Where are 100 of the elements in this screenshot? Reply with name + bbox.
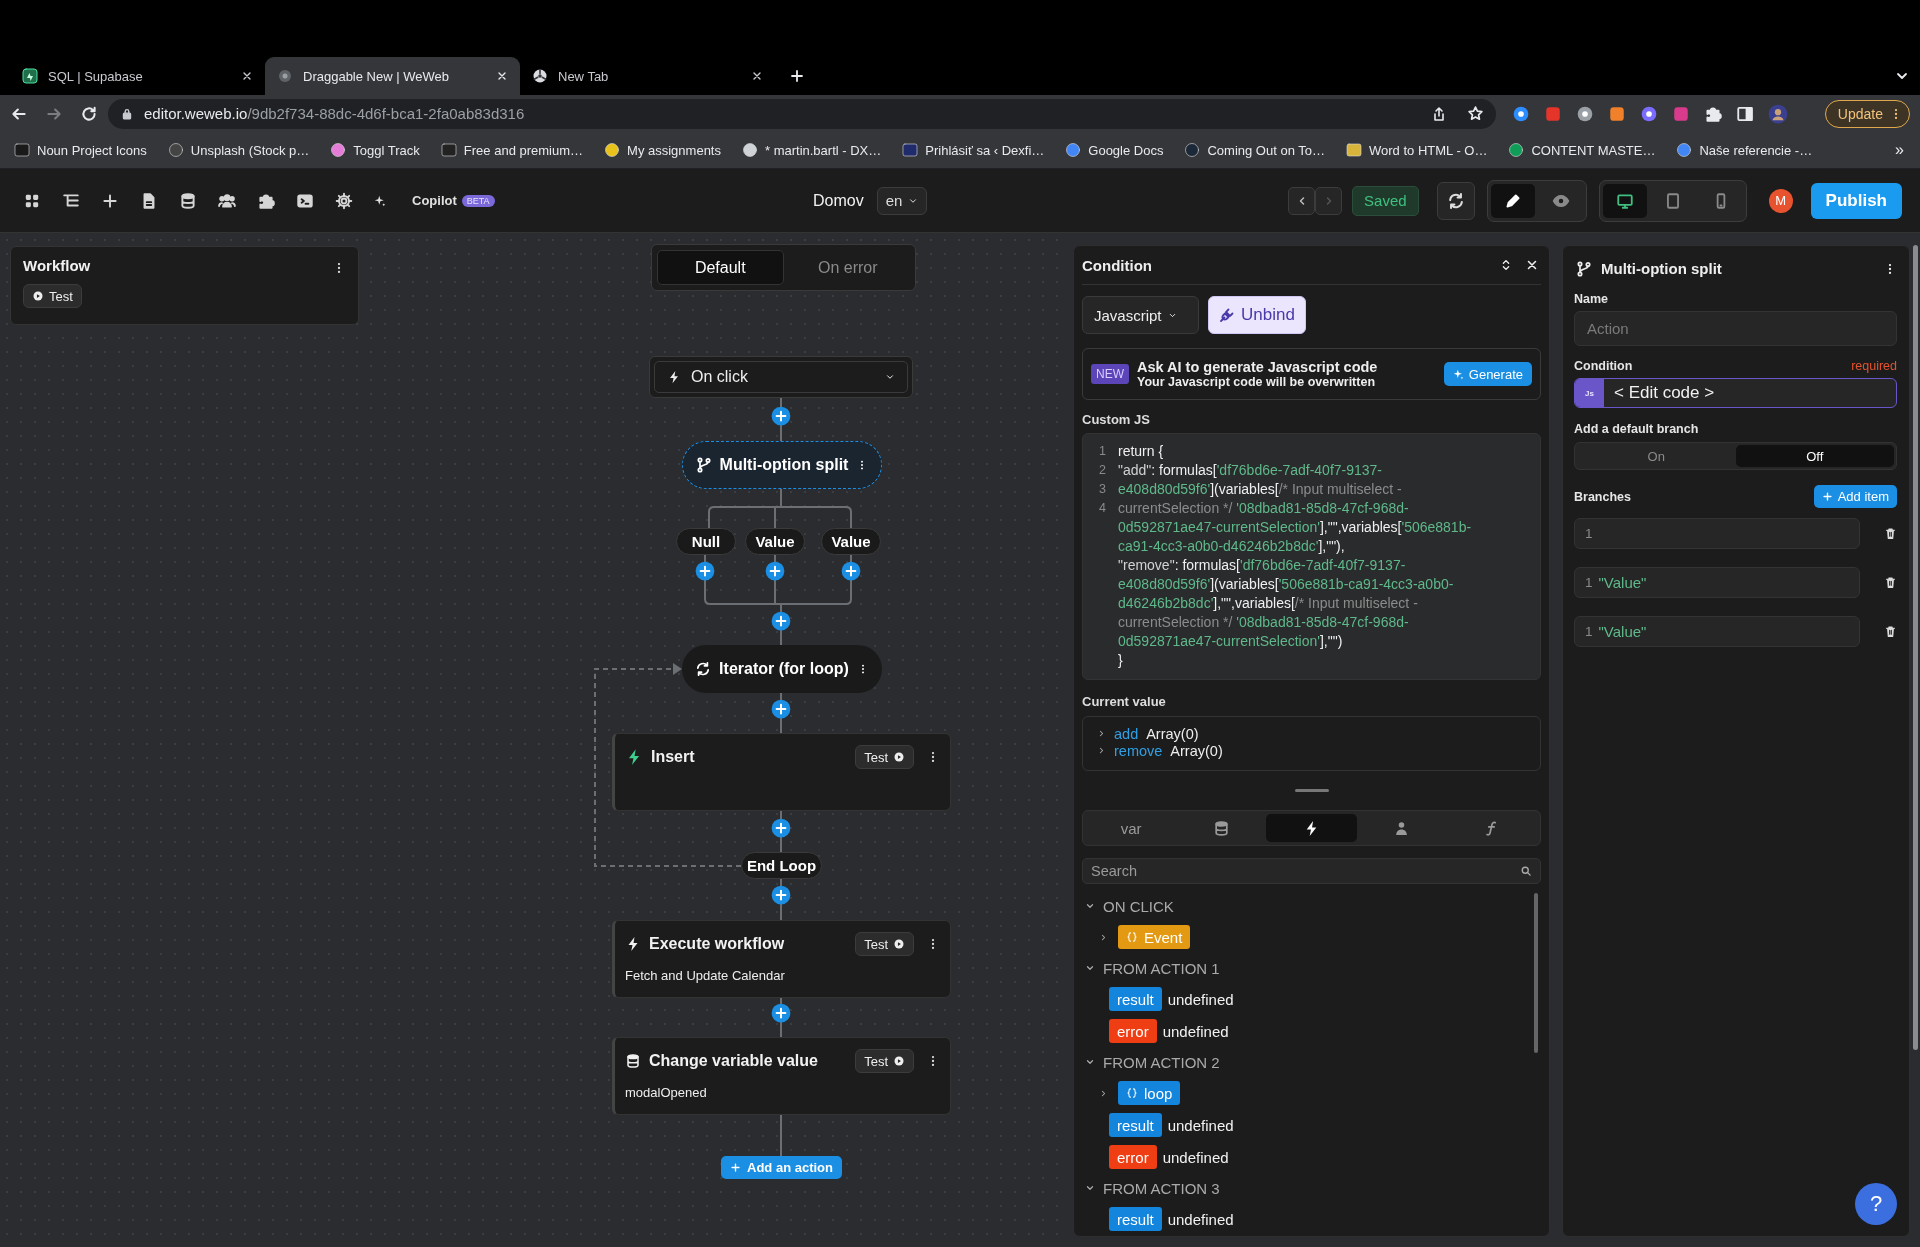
puzzle-icon[interactable] xyxy=(257,191,275,210)
iterator-node[interactable]: Iterator (for loop) xyxy=(682,645,882,693)
code-line: } xyxy=(1118,651,1123,670)
toggle-option[interactable]: On xyxy=(1577,445,1736,467)
chevron-down-icon[interactable] xyxy=(1085,1057,1095,1067)
language-select[interactable]: Javascript xyxy=(1082,296,1199,334)
chevron-down-icon[interactable] xyxy=(1085,901,1095,911)
branch-label[interactable]: Value xyxy=(821,528,881,555)
variable-tag[interactable]: result xyxy=(1109,1113,1162,1137)
add-step-button[interactable] xyxy=(771,885,791,905)
test-button[interactable]: Test xyxy=(23,284,82,308)
variable-tag[interactable]: result xyxy=(1109,1207,1162,1231)
bookmark[interactable]: Naše referencie -… xyxy=(1676,142,1813,158)
code-field[interactable]: Js < Edit code > xyxy=(1574,378,1897,408)
bookmark[interactable]: Noun Project Icons xyxy=(14,142,147,158)
settings-icon[interactable] xyxy=(335,191,353,210)
language-select[interactable]: en xyxy=(876,186,928,215)
browser-tab[interactable]: Draggable New | WeWeb xyxy=(265,57,520,95)
bookmark[interactable]: Coming Out on To… xyxy=(1184,142,1325,158)
unbind-button[interactable]: Unbind xyxy=(1208,296,1306,334)
close-icon[interactable] xyxy=(496,70,508,82)
extension-icon[interactable] xyxy=(1512,104,1530,123)
variable-tag[interactable]: error xyxy=(1109,1145,1157,1169)
trash-icon[interactable] xyxy=(1884,576,1897,589)
caret-right-icon[interactable] xyxy=(1099,932,1108,942)
add-step-button[interactable] xyxy=(695,561,715,581)
update-button[interactable]: Update xyxy=(1824,99,1910,128)
add-step-button[interactable] xyxy=(771,818,791,838)
action-card[interactable]: Insert Test xyxy=(612,733,951,811)
variables-tab[interactable]: var xyxy=(1086,814,1177,842)
bookmark[interactable]: Prihlásiť sa ‹ Dexfi… xyxy=(902,142,1045,158)
bookmark[interactable]: CONTENT MASTE… xyxy=(1508,142,1656,158)
sync-button[interactable] xyxy=(1436,181,1475,220)
copilot-button[interactable]: Copilot BETA xyxy=(374,193,495,208)
variable-tag[interactable]: error xyxy=(1109,1019,1157,1043)
branch-field[interactable]: 1 "Value" xyxy=(1574,616,1860,647)
address-bar[interactable]: editor.weweb.io/9db2f734-88dc-4d6f-bca1-2fa0ab83d316 xyxy=(108,98,1496,129)
share-icon[interactable] xyxy=(1431,105,1447,122)
side-panel-icon[interactable] xyxy=(1736,104,1754,123)
extension-icon[interactable] xyxy=(1640,104,1658,123)
bookmark[interactable]: Unsplash (Stock p… xyxy=(167,142,310,158)
bookmark[interactable]: * martin.bartl - DX… xyxy=(741,142,882,158)
trash-icon[interactable] xyxy=(1884,625,1897,638)
browser-tab[interactable]: SQL | Supabase xyxy=(10,57,265,95)
test-button[interactable]: Test xyxy=(855,1049,914,1073)
test-button[interactable]: Test xyxy=(855,745,914,769)
action-card[interactable]: Execute workflow Test Fetch and Update Calendar xyxy=(612,920,951,998)
bookmark[interactable]: Free and premium… xyxy=(440,142,584,158)
chevron-down-icon[interactable] xyxy=(1085,963,1095,973)
users-icon[interactable] xyxy=(218,191,236,210)
branch-field[interactable]: 1 xyxy=(1574,518,1860,549)
close-icon[interactable] xyxy=(751,70,763,82)
scrollbar[interactable] xyxy=(1913,245,1918,1050)
add-step-button[interactable] xyxy=(841,561,861,581)
database-icon[interactable] xyxy=(179,191,197,210)
user-avatar[interactable]: M xyxy=(1768,188,1793,213)
search-field[interactable]: Search xyxy=(1082,858,1541,884)
more-bookmarks-button[interactable]: » xyxy=(1895,141,1910,159)
branch-field[interactable]: 1 "Value" xyxy=(1574,567,1860,598)
toggle-option[interactable]: Off xyxy=(1735,445,1894,467)
field-label: Branches xyxy=(1574,488,1631,505)
loop-icon xyxy=(695,661,712,677)
trash-icon[interactable] xyxy=(1884,527,1897,540)
mode-tab[interactable]: Default xyxy=(657,250,784,285)
desktop-view-button[interactable] xyxy=(1602,183,1647,218)
reload-icon[interactable] xyxy=(80,104,98,123)
chevron-down-icon[interactable] xyxy=(1085,1183,1095,1193)
trigger-select[interactable]: On click xyxy=(649,356,913,398)
bookmark[interactable]: My assignments xyxy=(604,142,721,158)
variable-tag[interactable]: result xyxy=(1109,987,1162,1011)
resize-handle[interactable] xyxy=(1294,789,1329,792)
browser-tab[interactable]: New Tab xyxy=(520,57,775,95)
terminal-icon[interactable] xyxy=(296,191,314,210)
add-step-button[interactable] xyxy=(765,561,785,581)
close-icon[interactable] xyxy=(241,70,253,82)
edit-mode-button[interactable] xyxy=(1490,183,1535,218)
add-step-button[interactable] xyxy=(771,1003,791,1023)
add-step-button[interactable] xyxy=(771,406,791,426)
close-icon[interactable] xyxy=(1525,258,1539,272)
profile-avatar-icon[interactable] xyxy=(1768,103,1788,124)
bookmark[interactable]: Word to HTML - O… xyxy=(1346,142,1488,158)
field-label: Add a default branch xyxy=(1574,421,1699,437)
add-step-button[interactable] xyxy=(771,699,791,719)
caret-right-icon[interactable] xyxy=(1099,1088,1108,1098)
split-node[interactable]: Multi-option split xyxy=(682,441,882,489)
test-button[interactable]: Test xyxy=(855,932,914,956)
add-step-button[interactable] xyxy=(771,611,791,631)
bookmark-star-icon[interactable] xyxy=(1467,105,1484,122)
bookmark[interactable]: Google Docs xyxy=(1065,142,1164,158)
name-field[interactable]: Action xyxy=(1574,311,1897,346)
action-card[interactable]: Change variable value Test modalOpened xyxy=(612,1037,951,1115)
scrollbar[interactable] xyxy=(1534,893,1538,1053)
line-number: 1 xyxy=(1585,526,1593,541)
extension-icon[interactable] xyxy=(1576,104,1594,123)
branch-label[interactable]: Null xyxy=(676,528,736,555)
bookmark[interactable]: Toggl Track xyxy=(330,142,420,158)
variable-tag[interactable]: loop xyxy=(1118,1081,1181,1105)
mode-tab[interactable]: On error xyxy=(785,250,910,285)
new-tab-icon[interactable] xyxy=(789,68,805,84)
branch-label[interactable]: Value xyxy=(745,528,805,555)
